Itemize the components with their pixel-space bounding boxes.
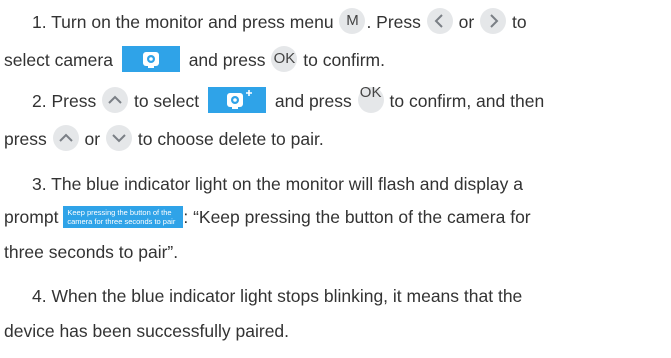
step-1-text-f: to confirm. <box>303 50 385 70</box>
step-1-text-d: select camera <box>4 50 113 70</box>
right-arrow-icon <box>480 8 507 35</box>
step-3-text-d: three seconds to pair”. <box>4 242 179 262</box>
step-4-line-2: device has been successfully paired. <box>0 318 671 344</box>
step-2-or: or <box>84 129 101 149</box>
step-1-text-e: and press <box>188 50 266 70</box>
ok-key-icon: OK <box>271 46 298 73</box>
step-4-text-b: device has been successfully paired. <box>4 321 290 341</box>
step-2-text-a: 2. Press <box>32 91 97 111</box>
step-2-text-d: to confirm, and then <box>389 91 545 111</box>
step-1-text-a: 1. Turn on the monitor and press menu <box>32 12 334 32</box>
pairing-prompt-badge: Keep pressing the button of the camera f… <box>63 205 184 228</box>
step-2-text-c: and press <box>274 91 352 111</box>
menu-key-label: M <box>346 12 359 30</box>
camera-add-icon <box>208 87 267 114</box>
step-1-text-c: to <box>511 12 527 32</box>
ok-key-icon: OK <box>357 84 384 114</box>
step-2-text-b: to select <box>133 91 200 111</box>
down-arrow-icon <box>105 125 132 152</box>
step-1-or: or <box>458 12 475 32</box>
instruction-document: 1. Turn on the monitor and press menu M.… <box>0 0 671 358</box>
ok-key-label: OK <box>273 50 296 68</box>
step-3-text-a: 3. The blue indicator light on the monit… <box>32 174 523 194</box>
camera-icon <box>121 46 180 73</box>
step-3-line-3: three seconds to pair”. <box>0 239 671 265</box>
step-1-line-2: select camera and press OK to confirm. <box>0 46 671 73</box>
step-4-text-a: 4. When the blue indicator light stops b… <box>32 286 523 306</box>
menu-key-icon: M <box>339 8 366 35</box>
step-3-line-1: 3. The blue indicator light on the monit… <box>0 171 671 197</box>
step-3-text-b: prompt <box>4 207 59 227</box>
step-2-text-e: press <box>4 129 47 149</box>
up-arrow-icon <box>52 125 79 152</box>
ok-key-label: OK <box>359 84 382 102</box>
left-arrow-icon <box>426 8 453 35</box>
step-1-text-b: . Press <box>366 12 421 32</box>
step-2-text-f: to choose delete to pair. <box>137 129 324 149</box>
step-2-line-1: 2. Press to select and press OK to confi… <box>0 84 671 114</box>
step-2-line-2: press or to choose delete to pair. <box>0 125 671 152</box>
up-arrow-icon <box>102 87 129 114</box>
step-1-line-1: 1. Turn on the monitor and press menu M.… <box>0 8 671 35</box>
step-3-text-c: : “Keep pressing the button of the camer… <box>183 207 531 227</box>
step-4-line-1: 4. When the blue indicator light stops b… <box>0 283 671 309</box>
step-3-line-2: prompt Keep pressing the button of the c… <box>0 204 671 230</box>
